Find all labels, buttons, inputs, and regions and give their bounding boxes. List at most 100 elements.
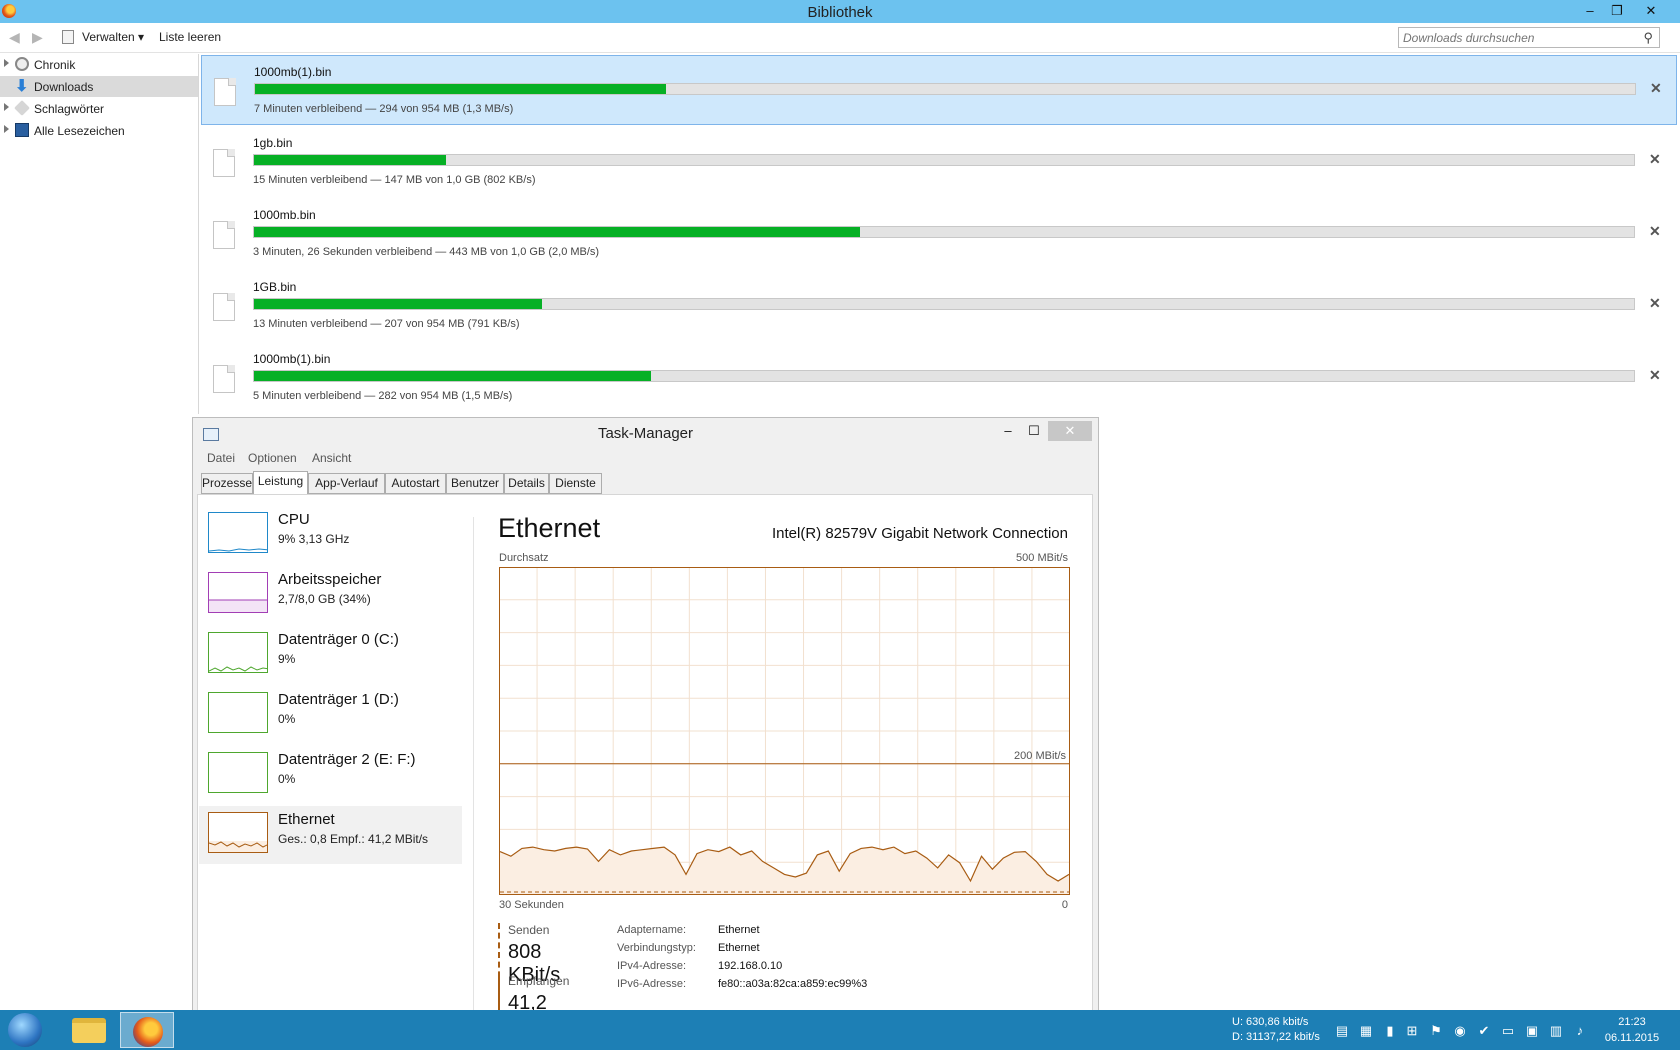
network-icon[interactable]: ▥	[1548, 1024, 1564, 1038]
forward-arrow-icon[interactable]: ▶	[32, 29, 43, 46]
network-monitor-icon[interactable]: ▤	[1334, 1024, 1350, 1038]
panel-divider	[473, 517, 474, 1032]
tm-close-button[interactable]: ✕	[1048, 421, 1092, 441]
minimize-button[interactable]: –	[1577, 2, 1603, 20]
calendar-icon[interactable]: ▦	[1358, 1024, 1374, 1038]
menu-file[interactable]: Datei	[207, 451, 235, 465]
menu-options[interactable]: Optionen	[248, 451, 297, 465]
download-filename: 1gb.bin	[253, 136, 293, 150]
expand-twisty-icon[interactable]	[4, 125, 9, 133]
file-icon	[214, 78, 236, 106]
sidebar-item-tags[interactable]: Schlagwörter	[0, 98, 198, 119]
resource-value: 9%	[278, 652, 296, 666]
resource-name: CPU	[278, 511, 310, 528]
download-status: 13 Minuten verbleibend — 207 von 954 MB …	[253, 318, 520, 330]
resource-name: Datenträger 0 (C:)	[278, 631, 399, 648]
download-filename: 1GB.bin	[253, 280, 297, 294]
progress-fill	[254, 155, 446, 165]
volume-icon[interactable]: ♪	[1572, 1024, 1588, 1038]
download-item[interactable]: 1gb.bin 15 Minuten verbleibend — 147 MB …	[201, 127, 1677, 197]
tm-maximize-button[interactable]: ☐	[1021, 421, 1047, 441]
download-item[interactable]: 1000mb(1).bin 5 Minuten verbleibend — 28…	[201, 343, 1677, 413]
sidebar-item-label: Downloads	[34, 80, 94, 94]
task-manager-title: Task-Manager	[597, 425, 694, 442]
resource-cpu[interactable]: CPU 9% 3,13 GHz	[199, 506, 462, 564]
detail-title: Ethernet	[498, 513, 601, 543]
cpu-thumbnail	[208, 512, 268, 553]
clock-date[interactable]: 06.11.2015	[1602, 1032, 1662, 1044]
expand-twisty-icon[interactable]	[4, 59, 9, 67]
sidebar-item-label: Alle Lesezeichen	[34, 124, 125, 138]
flag-icon[interactable]: ⚑	[1428, 1024, 1444, 1038]
windows-icon[interactable]: ⊞	[1404, 1024, 1420, 1038]
download-progress-bar	[253, 370, 1635, 382]
info-key: Adaptername:	[617, 924, 687, 936]
back-arrow-icon[interactable]: ◀	[9, 29, 20, 46]
progress-fill	[254, 299, 543, 309]
start-button[interactable]	[8, 1013, 42, 1047]
disk-0-thumbnail	[208, 632, 268, 673]
throughput-label: Durchsatz	[499, 552, 549, 564]
cancel-download-icon[interactable]: ✕	[1649, 367, 1661, 384]
resource-disk-0[interactable]: Datenträger 0 (C:) 9%	[199, 626, 462, 684]
manage-menu-button[interactable]: Verwalten ▾	[82, 30, 144, 44]
check-icon[interactable]: ✔	[1476, 1024, 1492, 1038]
resource-value: 0%	[278, 712, 296, 726]
cancel-download-icon[interactable]: ✕	[1650, 80, 1662, 97]
throughput-graph-svg	[499, 567, 1070, 895]
tab-performance[interactable]: Leistung	[253, 471, 308, 495]
download-filename: 1000mb(1).bin	[253, 352, 331, 366]
download-status: 7 Minuten verbleibend — 294 von 954 MB (…	[254, 103, 514, 115]
download-filename: 1000mb(1).bin	[254, 65, 332, 79]
taskbar-firefox-button[interactable]	[120, 1012, 174, 1048]
resource-ethernet[interactable]: Ethernet Ges.: 0,8 Empf.: 41,2 MBit/s	[199, 806, 462, 864]
sidebar-item-downloads[interactable]: ⬇ Downloads	[0, 76, 198, 97]
tab-processes[interactable]: Prozesse	[201, 473, 253, 494]
window-icon[interactable]: ▮	[1382, 1024, 1398, 1038]
info-key: Verbindungstyp:	[617, 942, 696, 954]
download-item[interactable]: 1000mb.bin 3 Minuten, 26 Sekunden verble…	[201, 199, 1677, 269]
clock-time[interactable]: 21:23	[1602, 1016, 1662, 1028]
nvidia-icon[interactable]: ▣	[1524, 1024, 1540, 1038]
security-icon[interactable]: ◉	[1452, 1024, 1468, 1038]
restore-button[interactable]: ❐	[1604, 2, 1630, 20]
file-explorer-icon[interactable]	[72, 1018, 106, 1043]
search-input[interactable]	[1403, 28, 1633, 47]
download-item[interactable]: 1000mb(1).bin 7 Minuten verbleibend — 29…	[201, 55, 1677, 125]
expand-twisty-icon[interactable]	[4, 103, 9, 111]
download-progress-bar	[253, 154, 1635, 166]
task-manager-window: Task-Manager – ☐ ✕ Datei Optionen Ansich…	[192, 417, 1099, 1050]
download-status: 5 Minuten verbleibend — 282 von 954 MB (…	[253, 390, 513, 402]
tm-minimize-button[interactable]: –	[995, 421, 1021, 441]
file-icon	[213, 365, 235, 393]
info-value: fe80::a03a:82ca:a859:ec99%3	[718, 978, 868, 990]
resource-disk-2[interactable]: Datenträger 2 (E: F:) 0%	[199, 746, 462, 804]
tab-users[interactable]: Benutzer	[446, 473, 504, 494]
search-icon[interactable]: ⚲	[1643, 30, 1653, 46]
cancel-download-icon[interactable]: ✕	[1649, 223, 1661, 240]
download-item[interactable]: 1GB.bin 13 Minuten verbleibend — 207 von…	[201, 271, 1677, 341]
sidebar-item-history[interactable]: Chronik	[0, 54, 198, 75]
clock-icon	[15, 57, 29, 71]
sidebar-item-all-bookmarks[interactable]: Alle Lesezeichen	[0, 120, 198, 141]
tab-services[interactable]: Dienste	[549, 473, 602, 494]
resource-value: 2,7/8,0 GB (34%)	[278, 592, 371, 606]
resource-name: Datenträger 1 (D:)	[278, 691, 399, 708]
device-icon[interactable]: ▭	[1500, 1024, 1516, 1038]
downloads-search-box[interactable]: ⚲	[1398, 27, 1660, 48]
info-key: IPv6-Adresse:	[617, 978, 687, 990]
menu-view[interactable]: Ansicht	[312, 451, 351, 465]
close-button[interactable]: ✕	[1638, 2, 1664, 20]
tab-startup[interactable]: Autostart	[385, 473, 446, 494]
resource-disk-1[interactable]: Datenträger 1 (D:) 0%	[199, 686, 462, 744]
file-icon	[213, 221, 235, 249]
bookmark-folder-icon	[15, 123, 29, 137]
sidebar-item-label: Chronik	[34, 58, 76, 72]
tab-details[interactable]: Details	[504, 473, 549, 494]
resource-memory[interactable]: Arbeitsspeicher 2,7/8,0 GB (34%)	[199, 566, 462, 624]
tab-app-history[interactable]: App-Verlauf	[308, 473, 385, 494]
cancel-download-icon[interactable]: ✕	[1649, 295, 1661, 312]
clear-list-button[interactable]: Liste leeren	[159, 30, 221, 44]
max-scale-label: 500 MBit/s	[1016, 552, 1068, 564]
cancel-download-icon[interactable]: ✕	[1649, 151, 1661, 168]
